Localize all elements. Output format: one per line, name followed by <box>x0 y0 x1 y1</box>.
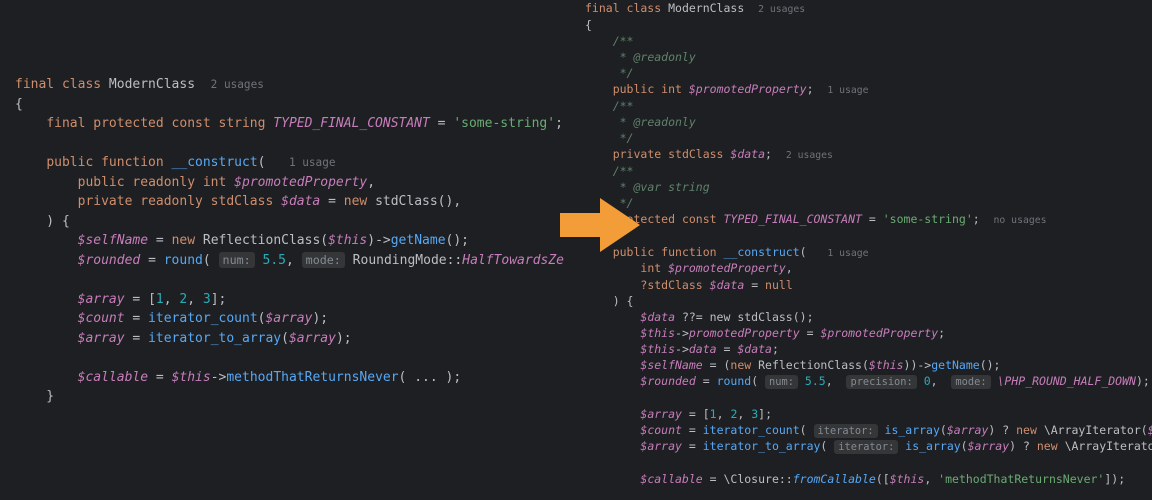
code-block-right[interactable]: final class ModernClass 2 usages { /** *… <box>585 0 1152 487</box>
usage-hint[interactable]: 2 usages <box>211 78 264 91</box>
editor-right-pane: final class ModernClass 2 usages { /** *… <box>565 0 1152 500</box>
param-hint: num: <box>219 252 255 268</box>
arrow-icon <box>555 195 645 262</box>
param-hint: mode: <box>302 252 345 268</box>
editor-left-pane: final class ModernClass 2 usages { final… <box>0 0 565 500</box>
keyword: final class <box>15 77 109 92</box>
code-block-left[interactable]: final class ModernClass 2 usages { final… <box>15 75 565 407</box>
